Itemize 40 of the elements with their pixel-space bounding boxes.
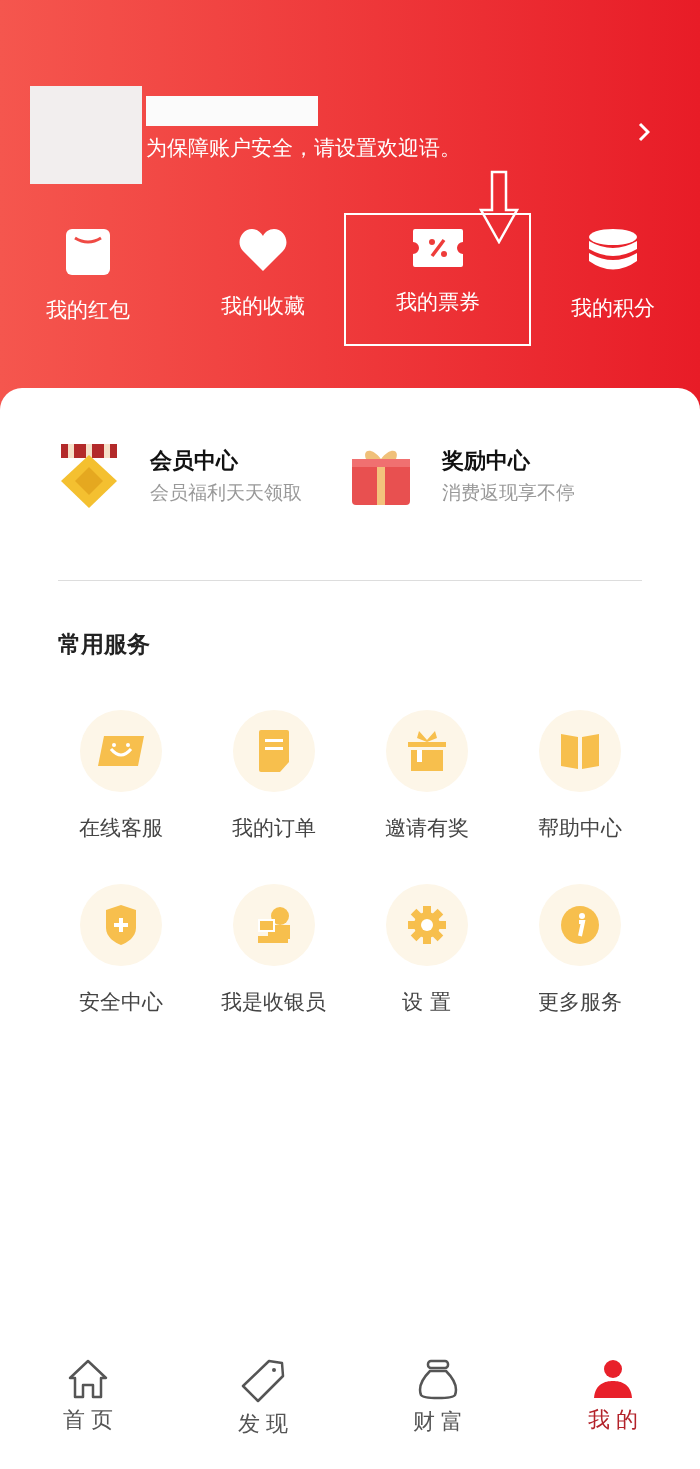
section-heading: 常用服务 — [58, 630, 151, 659]
ticket-icon — [411, 228, 464, 268]
promo-subtitle: 消费返现享不停 — [442, 480, 575, 505]
promo-title[interactable]: 奖励中心 — [442, 446, 575, 476]
promo-subtitle: 会员福利天天领取 — [150, 480, 302, 505]
book-icon — [559, 732, 600, 770]
smiley-card-icon — [96, 735, 145, 767]
service-label: 安全中心 — [78, 989, 163, 1016]
tag-icon — [240, 1359, 285, 1403]
pouch-icon — [64, 228, 111, 276]
service-label: 我是收银员 — [221, 989, 326, 1016]
chevron-right-icon[interactable] — [638, 122, 650, 142]
home-icon — [66, 1359, 109, 1399]
medal-icon — [58, 443, 120, 509]
quick-link-label[interactable]: 我的积分 — [570, 294, 655, 322]
document-icon — [257, 729, 290, 773]
tab-item[interactable]: 我的 — [525, 1359, 700, 1461]
quick-link-label[interactable]: 我的票券 — [395, 288, 480, 316]
tab-item[interactable]: 财富 — [350, 1359, 525, 1461]
quick-link-label[interactable]: 我的红包 — [45, 296, 130, 324]
tab-item[interactable]: 发现 — [175, 1359, 350, 1461]
service-label: 更多服务 — [537, 989, 622, 1016]
greeting-text: 为保障账户安全，请设置欢迎语。 — [146, 135, 462, 162]
promo-title[interactable]: 会员中心 — [150, 446, 302, 476]
present-icon — [406, 730, 447, 772]
settings-icon — [406, 905, 447, 945]
cashier-icon — [255, 905, 292, 945]
person-icon — [592, 1359, 633, 1399]
money-bag-icon — [417, 1359, 458, 1401]
service-label: 帮助中心 — [537, 815, 622, 842]
service-label: 我的订单 — [231, 815, 316, 842]
shield-icon — [104, 904, 137, 946]
service-label: 在线客服 — [78, 815, 163, 842]
service-label: 邀请有奖 — [384, 815, 469, 842]
heart-icon — [237, 228, 288, 272]
tab-item[interactable]: 首页 — [0, 1359, 175, 1461]
quick-link-label[interactable]: 我的收藏 — [220, 292, 305, 320]
down-arrow-icon — [479, 170, 519, 244]
service-label: 设 置 — [402, 989, 451, 1016]
info-icon — [559, 905, 600, 945]
